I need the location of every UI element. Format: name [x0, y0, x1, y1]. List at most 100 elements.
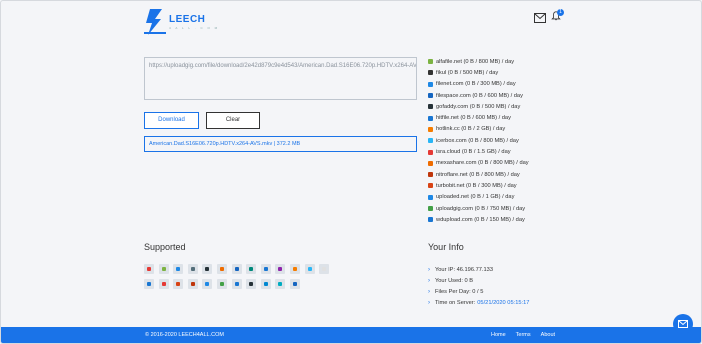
supported-host-icon[interactable]: [319, 264, 330, 274]
host-item: turbobit.net (0 B / 300 MB) / day: [428, 180, 529, 191]
host-item: nitroflare.net (0 B / 800 MB) / day: [428, 169, 529, 180]
host-favicon-icon: [428, 115, 433, 121]
copyright: © 2016-2020 LEECH4ALL.COM: [145, 332, 224, 338]
host-favicon-icon: [428, 138, 433, 144]
host-logo-icon: [161, 282, 166, 286]
supported-host-icon[interactable]: [202, 264, 213, 274]
logo[interactable]: LEECH 4 A L L . C O M: [144, 9, 219, 35]
host-logo-icon: [205, 267, 210, 271]
chat-mail-icon: [678, 320, 688, 328]
host-logo-icon: [190, 267, 195, 271]
info-label: Time on Server:: [435, 299, 476, 306]
chevron-right-icon: ›: [428, 277, 430, 284]
info-label: Your Used: 0 B: [435, 277, 474, 284]
footer-link-home[interactable]: Home: [491, 332, 506, 338]
host-label: isra.cloud (0 B / 1.5 GB) / day: [436, 149, 511, 156]
supported-host-icon[interactable]: [144, 264, 154, 274]
host-item: hotlink.cc (0 B / 2 GB) / day: [428, 124, 529, 135]
host-item: mexashare.com (0 B / 800 MB) / day: [428, 158, 529, 169]
info-item: › Time on Server: 05/21/2020 05:15:17: [428, 297, 529, 308]
supported-host-icon[interactable]: [202, 279, 213, 289]
host-item: filespace.com (0 B / 600 MB) / day: [428, 90, 529, 101]
download-result-link[interactable]: American.Dad.S16E06.720p.HDTV.x264-AVS.m…: [144, 136, 417, 152]
host-favicon-icon: [428, 183, 433, 189]
supported-host-icon[interactable]: [260, 264, 271, 274]
host-item: filenet.com (0 B / 300 MB) / day: [428, 79, 529, 90]
download-button[interactable]: Download: [144, 112, 199, 129]
host-logo-icon: [190, 282, 195, 286]
links-textarea[interactable]: https://uploadgig.com/file/download/2e42…: [144, 57, 417, 100]
app-window: LEECH 4 A L L . C O M 1 https://uploadgi…: [0, 0, 702, 344]
supported-host-icon[interactable]: [304, 264, 315, 274]
host-logo-icon: [292, 282, 297, 286]
supported-host-icon[interactable]: [260, 279, 271, 289]
host-label: wdupload.com (0 B / 150 MB) / day: [436, 216, 525, 223]
footer: © 2016-2020 LEECH4ALL.COM Home Terms Abo…: [1, 327, 701, 343]
footer-link-about[interactable]: About: [541, 332, 555, 338]
supported-host-icon[interactable]: [275, 264, 286, 274]
host-item: alfafile.net (0 B / 800 MB) / day: [428, 56, 529, 67]
host-logo-icon: [234, 267, 239, 271]
supported-title: Supported: [144, 242, 186, 252]
host-logo-icon: [176, 267, 181, 271]
host-item: isra.cloud (0 B / 1.5 GB) / day: [428, 146, 529, 157]
mail-icon[interactable]: [534, 13, 546, 23]
chat-button[interactable]: [673, 314, 693, 334]
host-item: wdupload.com (0 B / 150 MB) / day: [428, 214, 529, 225]
host-favicon-icon: [428, 206, 433, 211]
host-logo-icon: [147, 282, 151, 286]
info-title: Your Info: [428, 242, 464, 252]
host-list: alfafile.net (0 B / 800 MB) / day fikul (…: [428, 56, 529, 225]
host-logo-icon: [278, 267, 283, 271]
supported-host-icon[interactable]: [289, 264, 300, 274]
host-item: gofaddy.com (0 B / 500 MB) / day: [428, 101, 529, 112]
host-logo-icon: [249, 282, 254, 286]
host-favicon-icon: [428, 70, 433, 76]
supported-host-icon[interactable]: [173, 264, 184, 274]
info-item: › Your Used: 0 B: [428, 275, 529, 286]
host-logo-icon: [307, 267, 312, 271]
host-label: alfafile.net (0 B / 800 MB) / day: [436, 58, 515, 65]
supported-host-icon[interactable]: [275, 279, 286, 289]
info-label: Your IP: 46.196.77.133: [435, 266, 493, 273]
clear-button[interactable]: Clear: [206, 112, 260, 129]
host-label: uploaded.net (0 B / 1 GB) / day: [436, 194, 515, 201]
supported-host-icon[interactable]: [158, 264, 169, 274]
host-logo-icon: [322, 267, 327, 271]
supported-host-icon[interactable]: [187, 264, 198, 274]
supported-host-icon[interactable]: [173, 279, 184, 289]
supported-host-icon[interactable]: [289, 279, 300, 289]
footer-link-terms[interactable]: Terms: [516, 332, 531, 338]
host-favicon-icon: [428, 160, 433, 166]
host-favicon-icon: [428, 217, 433, 223]
host-logo-icon: [263, 282, 268, 286]
lightning-logo-icon: [144, 9, 166, 35]
host-logo-icon: [278, 282, 283, 286]
host-logo-icon: [161, 267, 166, 271]
supported-host-icon[interactable]: [231, 279, 242, 289]
host-label: icerbox.com (0 B / 800 MB) / day: [436, 137, 519, 144]
host-logo-icon: [219, 282, 224, 286]
info-label: Files Per Day: 0 / 5: [435, 288, 484, 295]
supported-host-icon[interactable]: [246, 279, 257, 289]
supported-host-icon[interactable]: [158, 279, 169, 289]
supported-host-icon[interactable]: [144, 279, 154, 289]
host-label: filespace.com (0 B / 600 MB) / day: [436, 92, 523, 99]
logo-name: LEECH: [169, 13, 206, 25]
host-logo-icon: [263, 267, 268, 271]
host-logo-icon: [176, 282, 181, 286]
supported-host-icon[interactable]: [187, 279, 198, 289]
supported-host-icon[interactable]: [231, 264, 242, 274]
host-logo-icon: [219, 267, 224, 271]
host-label: turbobit.net (0 B / 300 MB) / day: [436, 182, 517, 189]
host-favicon-icon: [428, 126, 433, 132]
info-value: 05/21/2020 05:15:17: [477, 299, 530, 306]
logo-subtitle: 4 A L L . C O M: [169, 25, 220, 30]
host-label: gofaddy.com (0 B / 500 MB) / day: [436, 103, 521, 110]
host-label: fikul (0 B / 500 MB) / day: [436, 69, 499, 76]
supported-host-icon[interactable]: [246, 264, 257, 274]
supported-host-icon[interactable]: [216, 264, 227, 274]
host-favicon-icon: [428, 93, 433, 99]
supported-host-icon[interactable]: [216, 279, 227, 289]
host-item: uploaded.net (0 B / 1 GB) / day: [428, 192, 529, 203]
